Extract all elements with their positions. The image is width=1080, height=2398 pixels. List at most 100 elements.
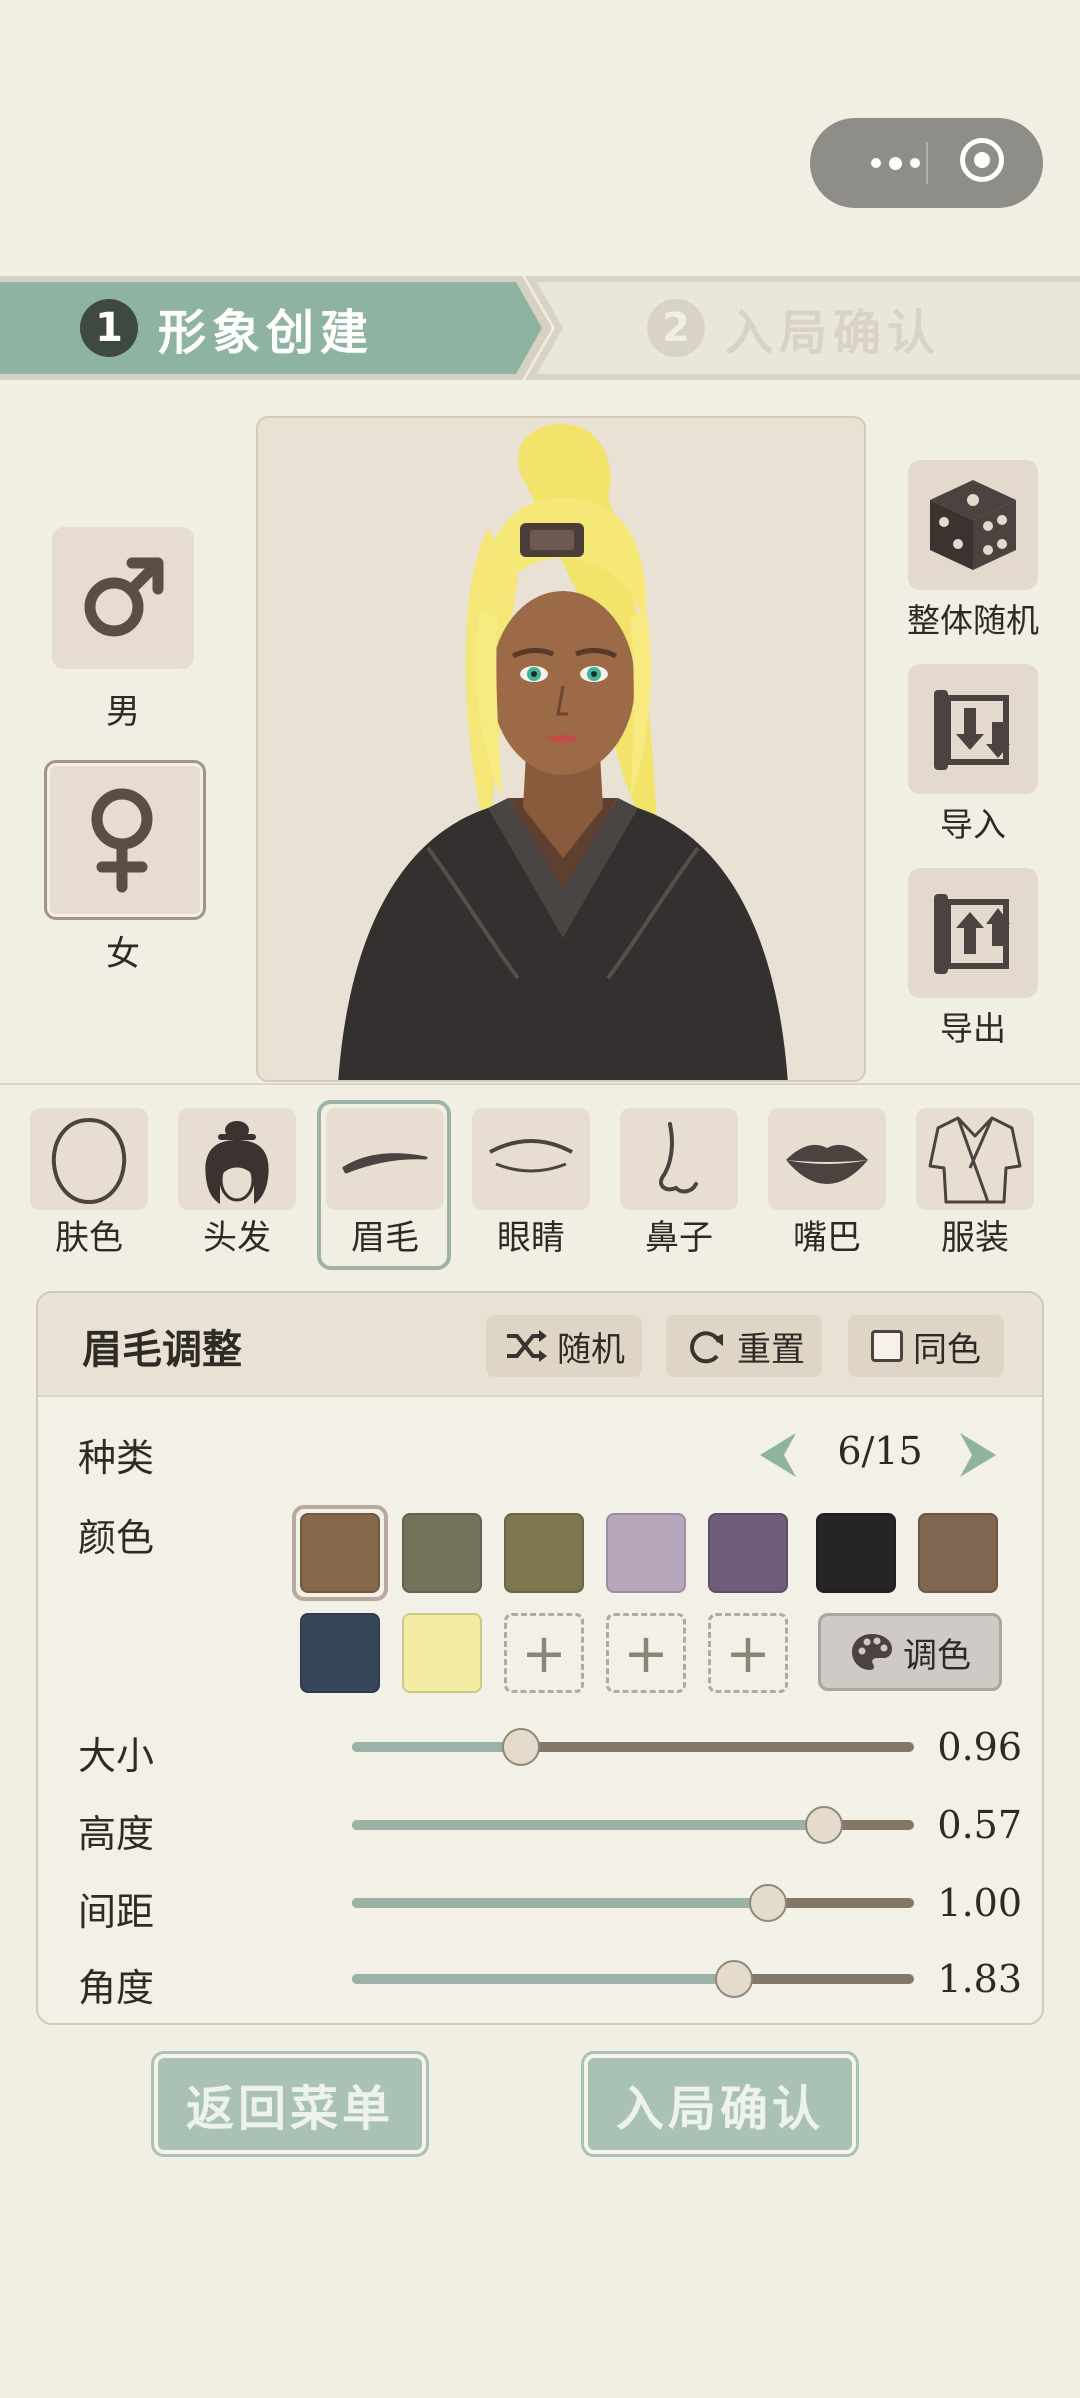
color-swatch-1[interactable] — [300, 1513, 380, 1593]
same-color-toggle[interactable]: 同色 — [848, 1315, 1004, 1377]
close-miniprogram-icon[interactable] — [960, 138, 1004, 182]
import-button[interactable] — [908, 664, 1038, 794]
import-label: 导入 — [940, 805, 1006, 844]
slider-height-fill — [352, 1820, 824, 1830]
color-swatch-9[interactable] — [402, 1613, 482, 1693]
step-create-number: 1 — [80, 299, 138, 357]
tab-eyebrow[interactable] — [326, 1108, 444, 1210]
slider-angle-label: 角度 — [78, 1966, 155, 2010]
character-portrait-image — [338, 423, 788, 1080]
tab-mouth-label: 嘴巴 — [793, 1218, 861, 1258]
slider-size[interactable] — [352, 1723, 914, 1771]
slider-height-knob[interactable] — [805, 1806, 843, 1844]
step-create-text: 形象创建 — [158, 305, 375, 361]
slider-angle-fill — [352, 1974, 734, 1984]
slider-angle-knob[interactable] — [715, 1960, 753, 1998]
slider-spacing-value: 1.00 — [937, 1881, 1022, 1925]
female-button[interactable] — [44, 760, 206, 920]
color-swatch-6[interactable] — [816, 1513, 896, 1593]
male-button[interactable] — [52, 527, 194, 669]
panel-header: 眉毛调整 随机 重置 同色 — [38, 1293, 1042, 1397]
slider-size-label: 大小 — [78, 1734, 155, 1778]
color-label: 颜色 — [78, 1516, 155, 1560]
tab-nose-label: 鼻子 — [645, 1218, 713, 1258]
tab-skin[interactable] — [30, 1108, 148, 1210]
tab-eyes[interactable] — [472, 1108, 590, 1210]
dice-icon — [930, 480, 1016, 570]
eyebrow-icon — [342, 1153, 428, 1174]
character-preview — [256, 416, 866, 1082]
color-swatch-3[interactable] — [504, 1513, 584, 1593]
tab-mouth[interactable] — [768, 1108, 886, 1210]
capsule-divider — [926, 142, 928, 184]
slider-height-value: 0.57 — [937, 1803, 1022, 1847]
female-label: 女 — [106, 934, 140, 974]
type-label: 种类 — [78, 1436, 155, 1480]
tab-outfit[interactable] — [916, 1108, 1034, 1210]
color-swatch-4[interactable] — [606, 1513, 686, 1593]
male-label: 男 — [106, 692, 140, 732]
step-confirm-text: 入局确认 — [725, 305, 942, 361]
slider-spacing-label: 间距 — [78, 1890, 155, 1934]
same-color-label: 同色 — [913, 1329, 981, 1370]
type-value: 6/15 — [837, 1429, 923, 1473]
slider-spacing-fill — [352, 1898, 768, 1908]
tab-nose[interactable] — [620, 1108, 738, 1210]
random-button-label: 随机 — [557, 1329, 625, 1370]
add-color-slot-3[interactable]: + — [708, 1613, 788, 1693]
same-color-checkbox[interactable] — [871, 1330, 903, 1362]
slider-size-value: 0.96 — [937, 1725, 1022, 1769]
female-symbol-icon — [91, 788, 153, 893]
slider-size-knob[interactable] — [502, 1728, 540, 1766]
export-button[interactable] — [908, 868, 1038, 998]
random-all-button[interactable] — [908, 460, 1038, 590]
robe-icon — [928, 1116, 1022, 1204]
eyebrow-adjust-panel: 眉毛调整 随机 重置 同色 种类 6/15 颜色 + + + 调色 大小 0.9… — [36, 1291, 1044, 2025]
slider-spacing-knob[interactable] — [749, 1884, 787, 1922]
slider-height[interactable] — [352, 1801, 914, 1849]
palette-icon — [852, 1634, 892, 1670]
palette-button[interactable]: 调色 — [818, 1613, 1002, 1691]
tab-outfit-label: 服装 — [941, 1218, 1009, 1258]
color-swatch-5[interactable] — [708, 1513, 788, 1593]
refresh-icon — [690, 1331, 723, 1364]
add-color-slot-1[interactable]: + — [504, 1613, 584, 1693]
nose-icon — [659, 1122, 698, 1194]
back-to-menu-button[interactable]: 返回菜单 — [154, 2054, 426, 2154]
eye-icon — [489, 1139, 573, 1173]
miniprogram-capsule — [810, 118, 1043, 208]
next-type-arrow-icon[interactable] — [950, 1427, 1006, 1483]
slider-height-label: 高度 — [78, 1812, 155, 1856]
tab-hair[interactable] — [178, 1108, 296, 1210]
export-scroll-icon — [934, 894, 1010, 974]
import-scroll-icon — [934, 690, 1010, 770]
step-confirm-label: 2 入局确认 — [647, 276, 941, 380]
confirm-enter-button[interactable]: 入局确认 — [584, 2054, 856, 2154]
panel-title: 眉毛调整 — [82, 1326, 242, 1373]
slider-angle[interactable] — [352, 1955, 914, 2003]
slider-size-fill — [352, 1742, 521, 1752]
random-all-label: 整体随机 — [907, 601, 1039, 640]
male-symbol-icon — [84, 557, 164, 637]
hair-bun-icon — [205, 1121, 269, 1204]
prev-type-arrow-icon[interactable] — [750, 1427, 806, 1483]
face-outline-icon — [51, 1117, 127, 1205]
slider-angle-value: 1.83 — [937, 1957, 1022, 2001]
color-swatch-7[interactable] — [918, 1513, 998, 1593]
tab-eyes-label: 眼睛 — [497, 1218, 565, 1258]
color-swatch-8[interactable] — [300, 1613, 380, 1693]
slider-spacing[interactable] — [352, 1879, 914, 1927]
step-confirm-number: 2 — [647, 299, 705, 357]
color-swatch-2[interactable] — [402, 1513, 482, 1593]
feature-tabs: 肤色 头发 眉毛 眼睛 鼻子 嘴巴 服装 — [0, 1100, 1080, 1270]
export-label: 导出 — [940, 1009, 1006, 1048]
random-button[interactable]: 随机 — [486, 1315, 642, 1377]
step-create: 1 形象创建 — [0, 276, 552, 380]
reset-button-label: 重置 — [737, 1329, 805, 1370]
step-confirm: 2 入局确认 — [525, 276, 1080, 380]
add-color-slot-2[interactable]: + — [606, 1613, 686, 1693]
tab-eyebrow-label: 眉毛 — [351, 1218, 419, 1258]
tab-hair-label: 头发 — [203, 1218, 271, 1258]
reset-button[interactable]: 重置 — [666, 1315, 822, 1377]
more-menu-icon[interactable] — [840, 118, 950, 208]
